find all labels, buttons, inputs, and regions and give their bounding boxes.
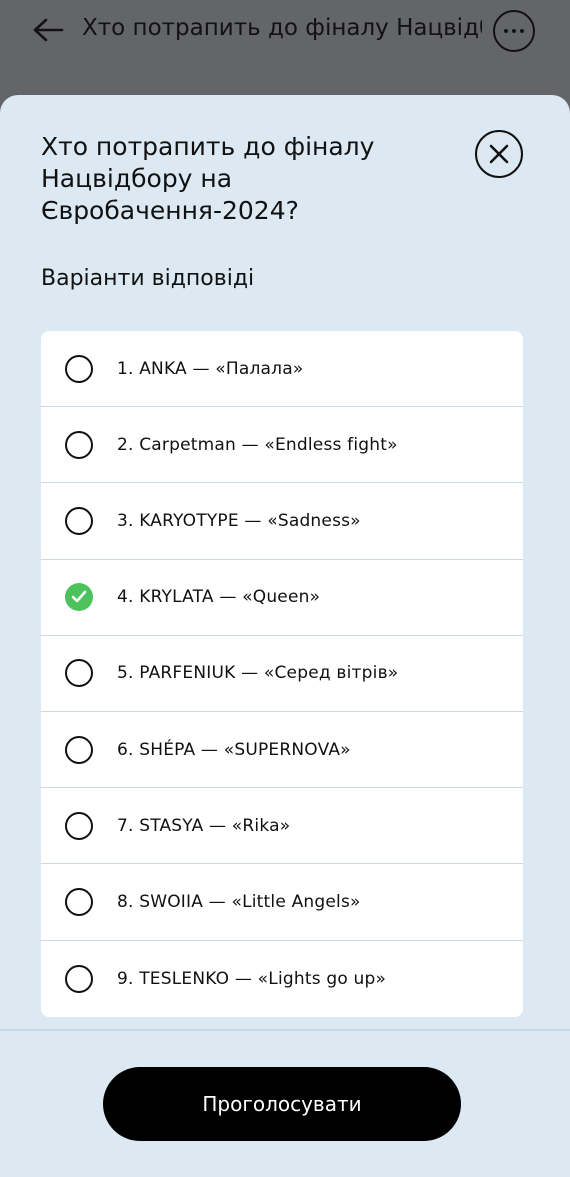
option-label: 9. TESLENKO — «Lights go up»: [117, 968, 387, 989]
page-title: Хто потрапить до фіналу Нацвідбору на Єв…: [82, 15, 482, 41]
option-item[interactable]: 7. STASYA — «Rika»: [41, 788, 523, 865]
option-item[interactable]: 1. ANKA — «Палала»: [41, 331, 523, 408]
option-item[interactable]: 8. SWOIIA — «Little Angels»: [41, 864, 523, 941]
more-button[interactable]: [493, 10, 535, 52]
radio-unchecked-icon[interactable]: [65, 964, 93, 993]
radio-unchecked-icon[interactable]: [65, 811, 93, 840]
options-list: 1. ANKA — «Палала» 2. Carpetman — «Endles…: [41, 331, 523, 1017]
radio-unchecked-icon[interactable]: [65, 887, 93, 916]
option-label: 3. KARYOTYPE — «Sadness»: [117, 510, 361, 531]
option-item[interactable]: 4. KRYLATA — «Queen»: [41, 560, 523, 636]
option-label: 6. SHÉPA — «SUPERNOVA»: [117, 739, 351, 760]
back-button[interactable]: [28, 10, 68, 50]
app-root: Хто потрапить до фіналу Нацвідбору на Єв…: [0, 0, 570, 1177]
option-item[interactable]: 5. PARFENIUK — «Серед вітрів»: [41, 636, 523, 712]
more-horizontal-icon: [504, 29, 524, 33]
option-item[interactable]: 9. TESLENKO — «Lights go up»: [41, 941, 523, 1017]
option-label: 5. PARFENIUK — «Серед вітрів»: [117, 663, 399, 684]
option-label: 4. KRYLATA — «Queen»: [117, 587, 321, 608]
answers-heading: Варіанти відповіді: [41, 266, 255, 291]
option-label: 8. SWOIIA — «Little Angels»: [117, 891, 361, 912]
radio-unchecked-icon[interactable]: [65, 659, 93, 688]
option-label: 1. ANKA — «Палала»: [117, 358, 304, 379]
option-label: 7. STASYA — «Rika»: [117, 815, 291, 836]
top-bar: Хто потрапить до фіналу Нацвідбору на Єв…: [0, 0, 570, 95]
radio-unchecked-icon[interactable]: [65, 354, 93, 383]
option-label: 2. Carpetman — «Endless fight»: [117, 434, 398, 455]
radio-unchecked-icon[interactable]: [65, 430, 93, 459]
radio-checked-icon[interactable]: [65, 583, 93, 612]
poll-sheet: Хто потрапить до фіналу Нацвідбору на Єв…: [0, 95, 570, 1177]
close-button[interactable]: [475, 130, 523, 178]
close-icon: [489, 144, 509, 164]
poll-title: Хто потрапить до фіналу Нацвідбору на Єв…: [41, 132, 375, 225]
arrow-left-icon: [33, 18, 64, 42]
divider: [0, 1029, 570, 1031]
vote-button[interactable]: Проголосувати: [103, 1067, 461, 1141]
option-item[interactable]: 3. KARYOTYPE — «Sadness»: [41, 483, 523, 560]
option-item[interactable]: 6. SHÉPA — «SUPERNOVA»: [41, 712, 523, 789]
radio-unchecked-icon[interactable]: [65, 735, 93, 764]
radio-unchecked-icon[interactable]: [65, 506, 93, 535]
option-item[interactable]: 2. Carpetman — «Endless fight»: [41, 407, 523, 484]
